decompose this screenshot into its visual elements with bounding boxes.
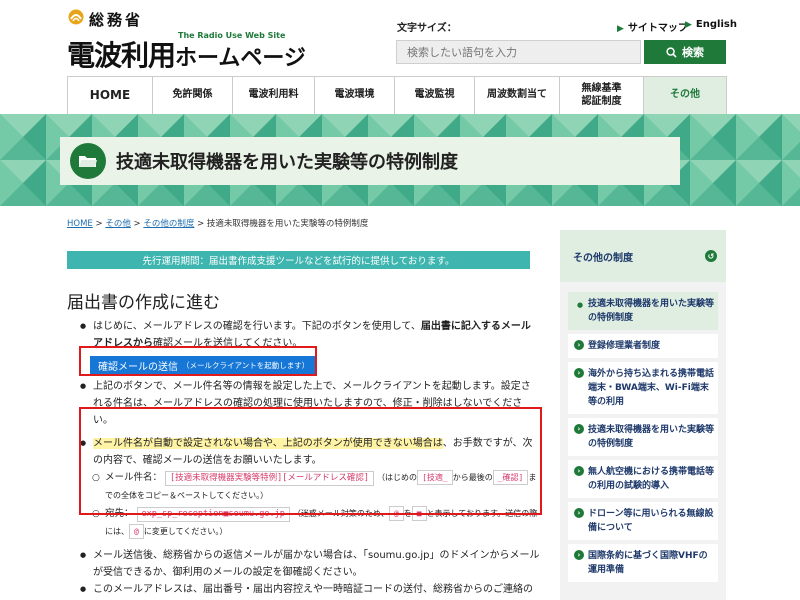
- search-button-label: 検索: [682, 46, 704, 59]
- paragraph-text: このメールアドレスは、届出番号・届出内容控えや一時暗証コードの送付、総務省からの…: [93, 584, 533, 595]
- bullet-icon: ●: [577, 301, 584, 309]
- breadcrumb: HOME > その他 > その他の制度 > 技適未取得機器を用いた実験等の特例制…: [67, 217, 368, 229]
- annotation-frame-button: [79, 346, 317, 376]
- font-size-label: 文字サイズ：: [397, 23, 457, 34]
- nav-label: 電波監視: [414, 89, 455, 101]
- search-input[interactable]: [396, 40, 641, 64]
- sidebar-item[interactable]: › 海外から持ち込まれる携帯電話端末・BWA端末、Wi-Fi端末等の利用: [568, 362, 718, 414]
- chevron-right-icon: ▶: [685, 20, 692, 30]
- trial-notice: 先行運用期間：届出書作成支援ツールなどを試行的に提供しております。: [67, 251, 530, 269]
- sidebar-heading[interactable]: その他の制度 ↺: [560, 230, 726, 282]
- nav-label: 無線基準: [581, 83, 622, 94]
- nav-label: その他: [670, 89, 700, 101]
- breadcrumb-current: 技適未取得機器を用いた実験等の特例制度: [206, 219, 369, 229]
- sidebar-item-label: 技適未取得機器を用いた実験等の特例制度: [588, 299, 715, 323]
- english-label: English: [695, 19, 737, 30]
- sidebar-item[interactable]: › 国際条約に基づく国際VHFの運用準備: [568, 544, 718, 582]
- nav-radio-environment[interactable]: 電波環境: [315, 77, 395, 114]
- search-button[interactable]: 検索: [644, 40, 726, 64]
- section-title: 届出書の作成に進む: [67, 293, 220, 313]
- global-nav: HOME 免許関係 電波利用料 電波環境 電波監視 周波数割当て 無線基準 認証制…: [67, 76, 727, 114]
- breadcrumb-home[interactable]: HOME: [67, 219, 93, 229]
- nav-label: 免許関係: [172, 89, 213, 101]
- breadcrumb-other-system[interactable]: その他の制度: [143, 219, 194, 229]
- page-title: 技適未取得機器を用いた実験等の特例制度: [116, 152, 458, 173]
- ministry-logo-icon: [68, 9, 84, 25]
- sidebar-heading-label: その他の制度: [573, 252, 633, 264]
- nav-other[interactable]: その他: [644, 77, 727, 114]
- nav-label: 電波利用料: [248, 89, 299, 101]
- sidebar-item-label: 登録修理業者制度: [588, 341, 661, 351]
- chevron-right-icon: ▶: [617, 24, 624, 34]
- search-icon: [666, 46, 677, 58]
- sidebar-item-current[interactable]: ● 技適未取得機器を用いた実験等の特例制度: [568, 292, 718, 330]
- note-code: @: [129, 524, 144, 539]
- sidebar-item-label: 海外から持ち込まれる携帯電話端末・BWA端末、Wi-Fi端末等の利用: [588, 369, 715, 407]
- nav-radio-monitoring[interactable]: 電波監視: [395, 77, 475, 114]
- paragraph-text: メール送信後、総務省からの返信メールが届かない場合は、「soumu.go.jp」…: [93, 550, 540, 578]
- nav-license[interactable]: 免許関係: [153, 77, 233, 114]
- sidebar-list: ● 技適未取得機器を用いた実験等の特例制度 › 登録修理業者制度 › 海外から持ち込ま…: [568, 292, 718, 586]
- nav-radio-fee[interactable]: 電波利用料: [233, 77, 315, 114]
- paragraph-text: はじめに、メールアドレスの確認を行います。下記のボタンを使用して、: [93, 321, 421, 332]
- nav-certification[interactable]: 無線基準 認証制度: [560, 77, 644, 114]
- chevron-right-icon: ›: [574, 550, 584, 560]
- chevron-right-icon: ›: [574, 424, 584, 434]
- sidebar-item-label: ドローン等に用いられる無線設備について: [588, 509, 714, 533]
- sidebar-item[interactable]: › 無人航空機における携帯電話等の利用の試験的導入: [568, 460, 718, 498]
- note-text: に変更してください。）: [143, 527, 228, 536]
- breadcrumb-separator: >: [92, 219, 106, 229]
- nav-home[interactable]: HOME: [68, 77, 153, 114]
- nav-label: 電波環境: [334, 89, 375, 101]
- list-item: メール送信後、総務省からの返信メールが届かない場合は、「soumu.go.jp」…: [80, 547, 540, 581]
- chevron-right-icon: ›: [574, 368, 584, 378]
- chevron-right-icon: ›: [574, 508, 584, 518]
- folder-icon: [70, 143, 106, 179]
- ministry-name: 総務省: [89, 11, 144, 29]
- breadcrumb-separator: >: [194, 219, 207, 229]
- sidebar-item[interactable]: › ドローン等に用いられる無線設備について: [568, 502, 718, 540]
- chevron-right-icon: ›: [574, 340, 584, 350]
- nav-label: 周波数割当て: [487, 89, 547, 101]
- site-title-link[interactable]: 電波利用ホームページ: [67, 34, 306, 74]
- breadcrumb-separator: >: [130, 219, 144, 229]
- nav-label: 認証制度: [581, 95, 622, 107]
- sidebar-item-label: 無人航空機における携帯電話等の利用の試験的導入: [588, 467, 715, 491]
- annotation-frame-manual: [79, 407, 542, 515]
- site-title-main: 電波利用: [67, 39, 176, 72]
- list-item: このメールアドレスは、届出番号・届出内容控えや一時暗証コードの送付、総務省からの…: [80, 581, 540, 600]
- return-arrow-icon: ↺: [705, 250, 717, 262]
- sitemap-label: サイトマップ: [627, 23, 688, 34]
- site-title-sub: ホームページ: [175, 46, 306, 71]
- sitemap-link[interactable]: ▶ サイトマップ: [617, 19, 688, 34]
- english-link[interactable]: ▶ English: [685, 19, 737, 30]
- sidebar-item-label: 技適未取得機器を用いた実験等の特例制度: [588, 425, 715, 449]
- sidebar-item-label: 国際条約に基づく国際VHFの運用準備: [588, 551, 708, 575]
- banner-title-box: 技適未取得機器を用いた実験等の特例制度: [60, 137, 680, 185]
- page-banner: 技適未取得機器を用いた実験等の特例制度: [0, 114, 800, 206]
- nav-frequency[interactable]: 周波数割当て: [475, 77, 560, 114]
- sidebar-item[interactable]: › 技適未取得機器を用いた実験等の特例制度: [568, 418, 718, 456]
- nav-label: HOME: [89, 88, 131, 102]
- breadcrumb-other[interactable]: その他: [105, 219, 131, 229]
- site-header: 総務省 The Radio Use Web Site 電波利用ホームページ 文字…: [0, 0, 800, 76]
- sidebar: その他の制度 ↺ ● 技適未取得機器を用いた実験等の特例制度 › 登録修理業者制度 …: [560, 230, 726, 600]
- chevron-right-icon: ›: [574, 466, 584, 476]
- sidebar-item[interactable]: › 登録修理業者制度: [568, 334, 718, 358]
